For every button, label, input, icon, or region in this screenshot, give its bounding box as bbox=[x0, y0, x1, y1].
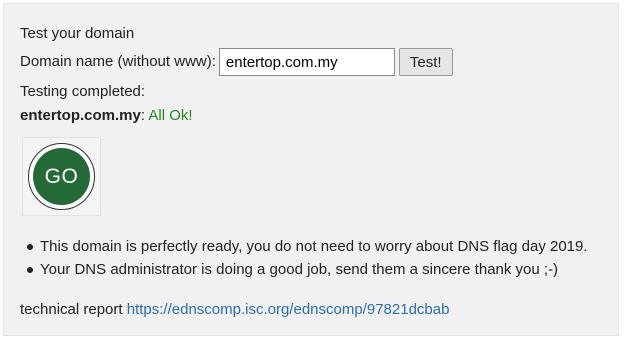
panel-content: Test your domain Domain name (without ww… bbox=[20, 24, 610, 318]
domain-label: Domain name (without www): bbox=[20, 53, 216, 70]
result-domain: entertop.com.my bbox=[20, 107, 141, 124]
result-separator: : bbox=[140, 107, 146, 124]
go-badge-icon: GO bbox=[33, 148, 90, 205]
technical-report-link[interactable]: https://ednscomp.isc.org/ednscomp/97821d… bbox=[127, 301, 450, 318]
domain-input[interactable] bbox=[218, 48, 395, 76]
list-item: Your DNS administrator is doing a good j… bbox=[27, 258, 588, 281]
go-badge-text: GO bbox=[44, 164, 79, 188]
go-badge-ring: GO bbox=[28, 143, 95, 210]
domain-input-row: Domain name (without www): Test! bbox=[20, 48, 610, 76]
technical-report: technical report https://ednscomp.isc.or… bbox=[20, 300, 449, 320]
go-badge: GO bbox=[22, 137, 101, 216]
result-verdict: All Ok! bbox=[148, 107, 193, 124]
list-item: This domain is perfectly ready, you do n… bbox=[27, 235, 588, 258]
result-line: entertop.com.my: All Ok! bbox=[20, 106, 610, 126]
notes-list: This domain is perfectly ready, you do n… bbox=[20, 235, 588, 281]
technical-report-label: technical report bbox=[20, 301, 123, 318]
test-button[interactable]: Test! bbox=[398, 48, 453, 76]
form-heading: Test your domain bbox=[20, 25, 135, 42]
status-line: Testing completed: bbox=[20, 83, 146, 100]
domain-test-panel: Test your domain Domain name (without ww… bbox=[3, 3, 619, 336]
